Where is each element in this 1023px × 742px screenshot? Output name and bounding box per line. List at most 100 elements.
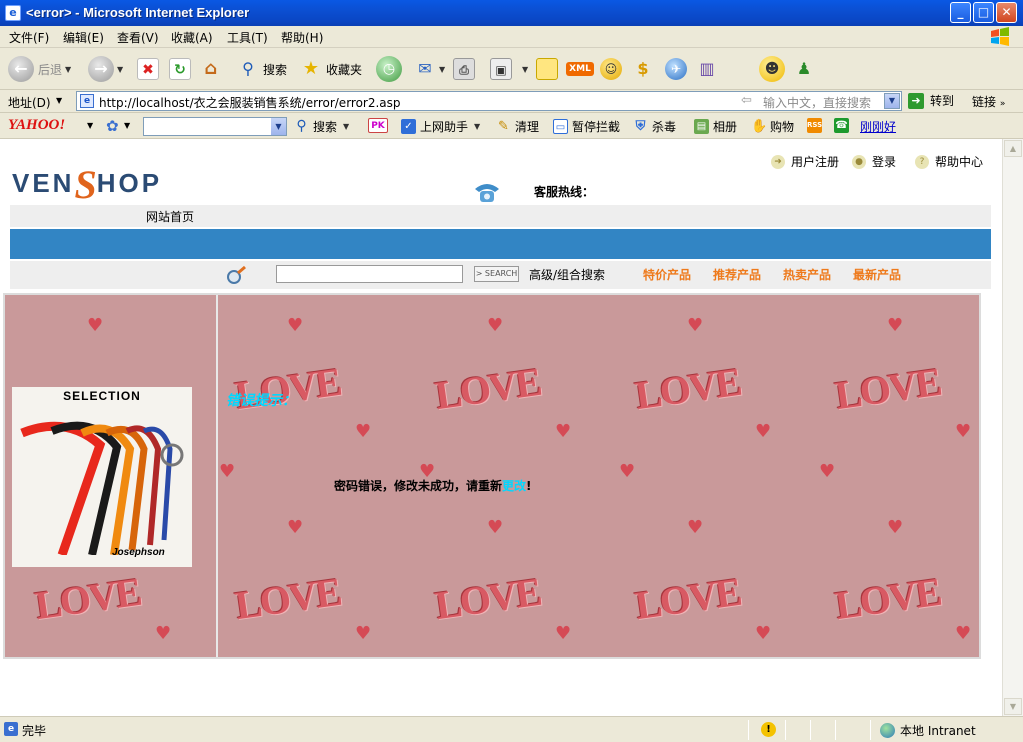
shopping-button[interactable]: ✋ 购物 — [751, 118, 794, 135]
yahoo-search-dropdown[interactable]: ▼ — [271, 118, 286, 135]
antivirus-button[interactable]: ⛨ 杀毒 — [633, 118, 676, 135]
web-assistant-button[interactable]: ✓ 上网助手 ▼ — [401, 118, 480, 135]
buddies-icon: ♟ — [796, 59, 812, 78]
love-pattern-word: LOVE — [632, 358, 743, 419]
security-zone[interactable]: 本地 Intranet — [880, 722, 976, 739]
category-recommended[interactable]: 推荐产品 — [713, 266, 761, 283]
heart-icon: ♥ — [287, 517, 304, 538]
minimize-button[interactable]: _ — [950, 2, 971, 23]
menu-edit[interactable]: 编辑(E) — [63, 29, 104, 46]
rss-button[interactable]: RSS — [807, 118, 826, 133]
help-center-link[interactable]: ? 帮助中心 — [915, 153, 983, 170]
history-button[interactable]: ◷ — [376, 54, 402, 84]
content-area: LOVE LOVE LOVE LOVE LOVE LOVE LOVE LOVE … — [3, 293, 981, 659]
warning-icon[interactable]: ! — [761, 722, 776, 737]
site-logo[interactable]: VENSHOP — [12, 155, 162, 207]
window-title: <error> - Microsoft Internet Explorer — [26, 5, 250, 20]
status-divider — [870, 720, 871, 740]
heart-icon: ♥ — [155, 623, 172, 644]
print-button[interactable]: ⎙ — [453, 54, 475, 84]
chevron-down-icon[interactable]: ▼ — [124, 121, 130, 130]
messenger-button[interactable]: ☺ — [600, 54, 622, 84]
zone-label: 本地 Intranet — [900, 724, 976, 738]
chevron-down-icon: ▼ — [439, 64, 446, 74]
status-divider — [785, 720, 786, 740]
menu-tools[interactable]: 工具(T) — [227, 29, 268, 46]
research-button[interactable]: ▥ — [696, 54, 718, 84]
qq-button[interactable]: ☻ — [759, 54, 785, 84]
scroll-up-button[interactable]: ▲ — [1004, 140, 1022, 157]
menu-favorites[interactable]: 收藏(A) — [171, 29, 213, 46]
home-icon: ⌂ — [204, 58, 218, 79]
address-bar: 地址(D) ▼ e http://localhost/衣之会服装销售系统/err… — [0, 90, 1023, 113]
chevron-right-icon: » — [999, 99, 1006, 109]
ie-app-icon[interactable]: e — [5, 5, 21, 21]
pause-block-label: 暂停拦截 — [572, 120, 621, 134]
error-message-end: ! — [526, 479, 532, 493]
advanced-search-link[interactable]: 高级/组合搜索 — [529, 266, 605, 283]
maximize-button[interactable]: □ — [973, 2, 994, 23]
heart-icon: ♥ — [487, 517, 504, 538]
pk-button[interactable]: PK — [368, 118, 392, 133]
smiley-icon: ☺ — [600, 58, 622, 80]
address-input[interactable]: e http://localhost/衣之会服装销售系统/error/error… — [76, 91, 902, 111]
links-button[interactable]: 链接 » — [972, 93, 1005, 110]
album-button[interactable]: ▤ 相册 — [694, 118, 737, 135]
mail-button[interactable]: ✉ ▼ — [414, 54, 445, 84]
mail-icon: ✉ — [418, 59, 432, 78]
edit-button[interactable]: ▣ ▼ — [490, 54, 528, 84]
pause-block-button[interactable]: ▭ 暂停拦截 — [553, 118, 620, 135]
category-newest[interactable]: 最新产品 — [853, 266, 901, 283]
page-viewport: VENSHOP ➜ 用户注册 ● 登录 ? 帮助中心 客服热线： 网站首页 > … — [0, 139, 1002, 716]
yahoo-logo[interactable]: YAHOO! — [8, 117, 65, 134]
yahoo-search-button[interactable]: ⚲ 搜索 ▼ — [294, 118, 349, 135]
heart-icon: ♥ — [555, 623, 572, 644]
product-ad-image[interactable]: SELECTION Josephson — [12, 387, 192, 567]
links-label: 链接 — [972, 95, 997, 109]
address-dropdown-button[interactable]: ▼ — [884, 93, 900, 109]
nav-home-link[interactable]: 网站首页 — [146, 208, 194, 225]
favorites-button[interactable]: ★ 收藏夹 — [300, 54, 362, 84]
site-search-input[interactable] — [276, 265, 463, 283]
chevron-down-icon[interactable]: ▼ — [87, 121, 93, 130]
web-assistant-label: 上网助手 — [420, 120, 469, 134]
glasses-illustration — [20, 421, 184, 555]
moneybag-button[interactable]: $ — [632, 54, 654, 84]
site-search-button[interactable]: > SEARCH — [474, 266, 519, 282]
msn-button[interactable]: ♟ — [793, 54, 815, 84]
menu-help[interactable]: 帮助(H) — [281, 29, 323, 46]
go-button[interactable]: ➜ 转到 — [908, 92, 954, 109]
forward-button[interactable]: → ▼ — [88, 54, 123, 84]
search-button[interactable]: ⚲ 搜索 — [237, 54, 287, 84]
chevron-down-icon[interactable]: ▼ — [56, 96, 62, 105]
login-link[interactable]: ● 登录 — [852, 153, 896, 170]
gganghao-link[interactable]: 刚刚好 — [860, 118, 896, 135]
back-arrow-icon: ← — [8, 56, 34, 82]
vertical-scrollbar[interactable]: ▲ ▼ — [1002, 139, 1023, 716]
register-link[interactable]: ➜ 用户注册 — [771, 153, 839, 170]
category-hot-sellers[interactable]: 热卖产品 — [783, 266, 831, 283]
heart-icon: ♥ — [619, 461, 636, 482]
notes-button[interactable] — [536, 54, 558, 84]
album-icon: ▤ — [694, 119, 709, 134]
refresh-button[interactable]: ↻ — [169, 54, 191, 84]
go-arrow-icon: ➜ — [908, 92, 924, 109]
yahoo-search-input[interactable]: ▼ — [143, 117, 287, 136]
stop-button[interactable]: ✖ — [137, 54, 159, 84]
sms-button[interactable]: ☎ — [834, 118, 853, 133]
close-button[interactable]: ✕ — [996, 2, 1017, 23]
home-button[interactable]: ⌂ — [200, 54, 222, 84]
flower-icon[interactable]: ✿ — [106, 117, 119, 135]
register-icon: ➜ — [771, 154, 785, 169]
xml-button[interactable]: XML — [566, 54, 594, 84]
status-bar: e 完毕 ! 本地 Intranet — [0, 716, 1023, 742]
menu-file[interactable]: 文件(F) — [9, 29, 49, 46]
compass-button[interactable]: ✈ — [665, 54, 687, 84]
chevron-down-icon: ▼ — [343, 122, 350, 131]
clean-button[interactable]: ✎ 清理 — [496, 118, 539, 135]
menu-view[interactable]: 查看(V) — [117, 29, 159, 46]
category-special-offers[interactable]: 特价产品 — [643, 266, 691, 283]
retry-change-link[interactable]: 更改 — [502, 479, 526, 493]
back-button[interactable]: ← 后退 ▼ — [8, 54, 71, 84]
scroll-down-button[interactable]: ▼ — [1004, 698, 1022, 715]
